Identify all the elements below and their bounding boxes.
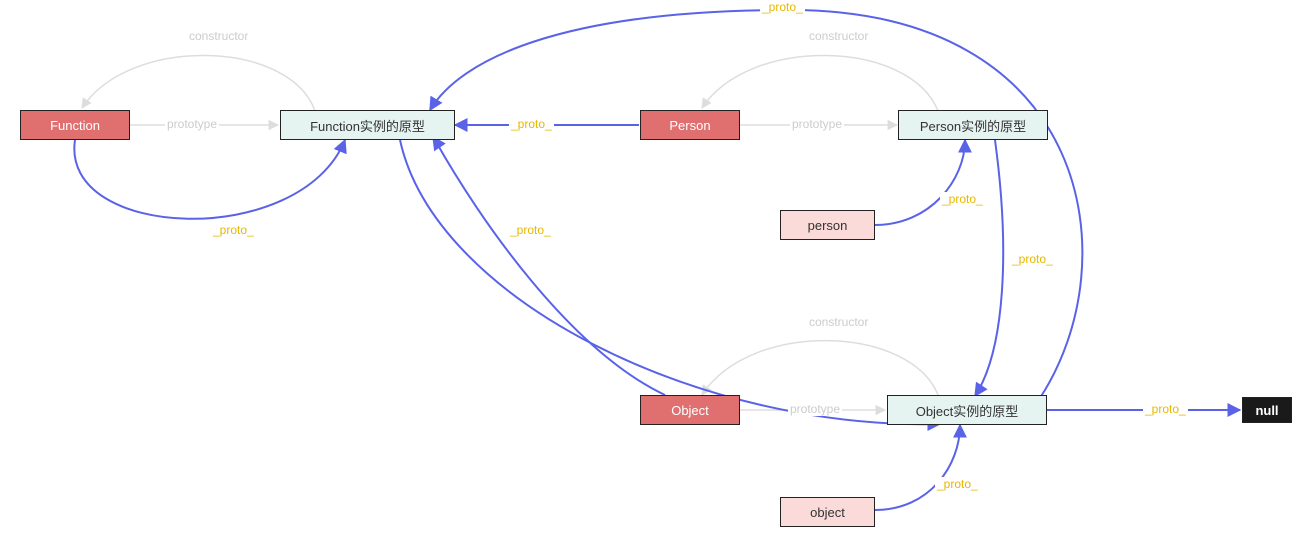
node-function-prototype: Function实例的原型 [280,110,455,140]
edge-functionproto-constructor-function [82,55,315,111]
node-object: Object [640,395,740,425]
node-label: Function [50,118,100,133]
label-person-constructor: constructor [807,29,870,43]
edge-function-proto-functionproto [74,140,345,219]
label-object-prototype: prototype [788,402,842,416]
label-person-proto-fn: _proto_ [509,117,554,131]
node-label: Function实例的原型 [310,116,425,135]
edge-personinstance-proto-personproto [875,140,965,225]
label-object-proto-fn-top: _proto_ [760,0,805,14]
node-object-prototype: Object实例的原型 [887,395,1047,425]
label-personinst-proto: _proto_ [940,192,985,206]
label-function-proto-self: _proto_ [211,223,256,237]
node-label: Object [671,403,709,418]
node-null: null [1242,397,1292,423]
node-object-instance: object [780,497,875,527]
node-function: Function [20,110,130,140]
edge-objectinstance-proto-objectproto [875,425,960,510]
label-function-prototype: prototype [165,117,219,131]
label-personproto-proto: _proto_ [1010,252,1055,266]
node-label: person [808,218,848,233]
edge-objectproto-constructor-object [702,341,938,395]
node-person-prototype: Person实例的原型 [898,110,1048,140]
label-fnproto-proto-obj: _proto_ [508,223,553,237]
node-person-instance: person [780,210,875,240]
edges-layer [0,0,1304,547]
label-object-constructor: constructor [807,315,870,329]
edge-functionproto-proto-objectproto [400,140,940,424]
label-person-prototype: prototype [790,117,844,131]
label-objectproto-null: _proto_ [1143,402,1188,416]
node-label: object [810,505,845,520]
node-label: Object实例的原型 [916,401,1019,420]
edge-personproto-constructor-person [702,55,938,111]
node-label: Person [669,118,710,133]
label-objectinst-proto: _proto_ [935,477,980,491]
node-person: Person [640,110,740,140]
node-label: Person实例的原型 [920,116,1026,135]
edge-object-proto-functionproto [435,140,665,395]
node-label: null [1255,403,1278,418]
edge-personproto-proto-objectproto [975,140,1003,396]
label-function-constructor: constructor [187,29,250,43]
